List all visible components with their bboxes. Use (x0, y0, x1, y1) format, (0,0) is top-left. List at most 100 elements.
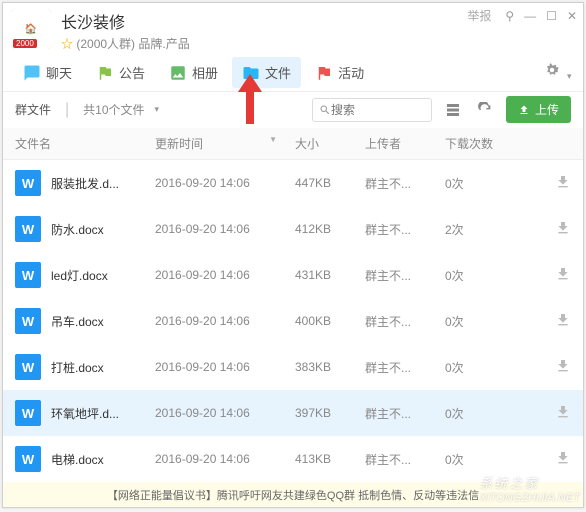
group-size-badge: 2000 (13, 39, 37, 48)
footer-notice[interactable]: 【网络正能量倡议书】腾讯呼吁网友共建绿色QQ群 抵制色情、反动等违法信 (3, 482, 583, 507)
group-subtitle: ☆ (2000人群) 品牌.产品 (61, 35, 575, 52)
download-button[interactable] (555, 317, 571, 331)
file-downloads: 0次 (445, 175, 515, 192)
refresh-button[interactable] (474, 99, 496, 121)
group-tags: 品牌.产品 (138, 37, 189, 51)
file-downloads: 0次 (445, 451, 515, 468)
file-downloads: 2次 (445, 221, 515, 238)
file-downloads: 0次 (445, 267, 515, 284)
docx-icon: W (15, 170, 41, 196)
tab-label: 聊天 (46, 63, 72, 82)
chat-icon (23, 64, 41, 82)
table-row[interactable]: W 电梯.docx2016-09-20 14:06413KB群主不...0次 (3, 436, 583, 482)
docx-icon: W (15, 354, 41, 380)
maximize-button[interactable]: ☐ (546, 9, 557, 23)
flag-red-icon (315, 64, 333, 82)
chevron-down-icon[interactable]: ▾ (155, 104, 160, 115)
docx-icon: W (15, 446, 41, 472)
picture-icon (169, 64, 187, 82)
file-uploader: 群主不... (365, 405, 445, 422)
table-row[interactable]: W吊车.docx2016-09-20 14:06400KB群主不...0次 (3, 298, 583, 344)
file-time: 2016-09-20 14:06 (155, 268, 295, 282)
file-size: 383KB (295, 360, 365, 374)
separator: | (65, 101, 69, 119)
file-size: 413KB (295, 452, 365, 466)
minimize-button[interactable]: — (524, 9, 536, 23)
flag-icon (96, 64, 114, 82)
file-time: 2016-09-20 14:06 (155, 222, 295, 236)
file-time: 2016-09-20 14:06 (155, 406, 295, 420)
file-uploader: 群主不... (365, 221, 445, 238)
upload-icon (518, 104, 530, 116)
tab-label: 文件 (265, 63, 291, 82)
col-time[interactable]: 更新时间▼ (155, 135, 295, 152)
close-button[interactable]: ✕ (567, 9, 577, 23)
docx-icon: W (15, 400, 41, 426)
file-uploader: 群主不... (365, 313, 445, 330)
file-downloads: 0次 (445, 359, 515, 376)
col-name[interactable]: 文件名 (15, 135, 155, 152)
tab-notice[interactable]: 公告 (86, 57, 155, 88)
table-row[interactable]: W 防水.docx2016-09-20 14:06412KB群主不...2次 (3, 206, 583, 252)
file-uploader: 群主不... (365, 451, 445, 468)
upload-button[interactable]: 上传 (506, 96, 571, 123)
col-uploader[interactable]: 上传者 (365, 135, 445, 152)
folder-icon (242, 64, 260, 82)
sort-desc-icon: ▼ (269, 135, 277, 144)
table-row[interactable]: Wled灯.docx2016-09-20 14:06431KB群主不...0次 (3, 252, 583, 298)
col-size[interactable]: 大小 (295, 135, 365, 152)
file-uploader: 群主不... (365, 267, 445, 284)
file-size: 400KB (295, 314, 365, 328)
file-time: 2016-09-20 14:06 (155, 314, 295, 328)
upload-label: 上传 (535, 101, 559, 118)
table-row[interactable]: W打桩.docx2016-09-20 14:06383KB群主不...0次 (3, 344, 583, 390)
file-name: led灯.docx (51, 267, 155, 284)
file-name: 吊车.docx (51, 313, 155, 330)
chevron-down-icon: ▾ (567, 71, 572, 81)
download-button[interactable] (555, 179, 571, 193)
file-name: 服装批发.d... (51, 175, 155, 192)
storage-button[interactable] (442, 99, 464, 121)
tab-files[interactable]: 文件 (232, 57, 301, 88)
tab-album[interactable]: 相册 (159, 57, 228, 88)
tab-bar: 聊天 公告 相册 文件 活动 ▾ (3, 55, 583, 92)
star-icon: ☆ (61, 37, 73, 51)
tab-label: 相册 (192, 63, 218, 82)
file-count: 共10个文件 (83, 101, 144, 118)
titlebar: 🏠 2000 长沙装修 ☆ (2000人群) 品牌.产品 举报 ⚲ — ☐ ✕ (3, 3, 583, 55)
tab-label: 公告 (119, 63, 145, 82)
tab-label: 活动 (338, 63, 364, 82)
file-downloads: 0次 (445, 313, 515, 330)
file-size: 412KB (295, 222, 365, 236)
breadcrumb[interactable]: 群文件 (15, 101, 51, 118)
table-header: 文件名 更新时间▼ 大小 上传者 下载次数 (3, 128, 583, 160)
file-time: 2016-09-20 14:06 (155, 176, 295, 190)
file-size: 397KB (295, 406, 365, 420)
col-downloads[interactable]: 下载次数 (445, 135, 515, 152)
report-link[interactable]: 举报 (467, 7, 491, 24)
tab-chat[interactable]: 聊天 (13, 57, 82, 88)
search-box[interactable] (312, 98, 432, 122)
toolbar: 群文件 | 共10个文件 ▾ 上传 (3, 92, 583, 129)
window: 🏠 2000 长沙装修 ☆ (2000人群) 品牌.产品 举报 ⚲ — ☐ ✕ … (2, 2, 584, 508)
file-time: 2016-09-20 14:06 (155, 360, 295, 374)
download-button[interactable] (555, 455, 571, 469)
file-name: 电梯.docx (51, 451, 155, 468)
tab-activity[interactable]: 活动 (305, 57, 374, 88)
search-icon (319, 104, 331, 116)
settings-menu[interactable]: ▾ (541, 61, 573, 84)
pin-button[interactable]: ⚲ (505, 9, 514, 23)
search-input[interactable] (331, 103, 411, 117)
download-button[interactable] (555, 225, 571, 239)
file-uploader: 群主不... (365, 175, 445, 192)
file-name: 防水.docx (51, 221, 155, 238)
download-button[interactable] (555, 409, 571, 423)
download-button[interactable] (555, 363, 571, 377)
docx-icon: W (15, 216, 41, 242)
download-button[interactable] (555, 271, 571, 285)
file-time: 2016-09-20 14:06 (155, 452, 295, 466)
table-row[interactable]: W环氧地坪.d...2016-09-20 14:06397KB群主不...0次 (3, 390, 583, 436)
table-row[interactable]: W服装批发.d...2016-09-20 14:06447KB群主不...0次 (3, 160, 583, 206)
window-controls: 举报 ⚲ — ☐ ✕ (467, 7, 577, 24)
group-size: (2000人群) (76, 37, 135, 51)
